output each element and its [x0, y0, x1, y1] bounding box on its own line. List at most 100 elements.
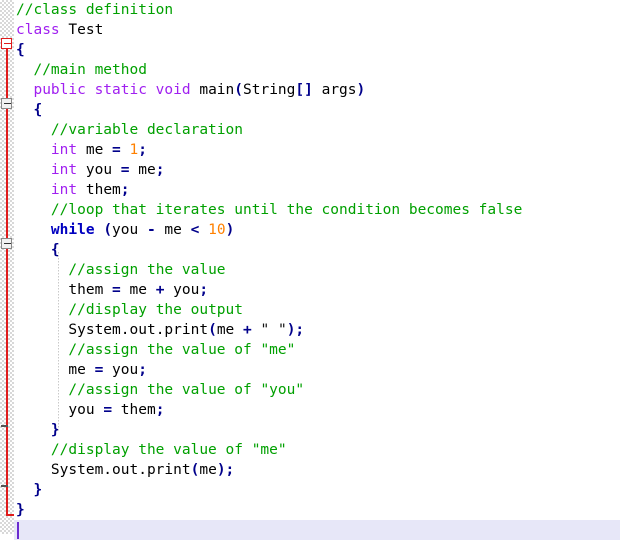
code-token-keyword: int [50, 142, 78, 158]
code-token-comment: //main method [33, 62, 147, 78]
code-token-operator: = [112, 142, 121, 158]
code-token-punct: } [50, 422, 60, 438]
code-line[interactable]: { [14, 100, 620, 120]
code-token-punct: { [16, 42, 25, 58]
code-line[interactable]: class Test [14, 20, 620, 40]
code-line[interactable]: //assign the value of "you" [14, 380, 620, 400]
fold-collapse-icon[interactable] [1, 98, 12, 109]
text-caret [16, 522, 19, 539]
code-folding-gutter[interactable] [0, 0, 14, 534]
code-line[interactable]: me = you; [14, 360, 620, 380]
code-line[interactable]: { [14, 240, 620, 260]
code-line[interactable]: //display the output [14, 300, 620, 320]
code-line[interactable]: //loop that iterates until the condition… [14, 200, 620, 220]
code-token-plain: System.out.print [50, 462, 191, 478]
code-line[interactable]: } [14, 500, 620, 520]
code-token-plain: them [112, 402, 156, 418]
code-token-comment: //variable declaration [50, 122, 243, 138]
code-line[interactable]: } [14, 420, 620, 440]
code-token-plain: you [164, 282, 200, 298]
code-token-punct: ; [155, 402, 165, 418]
code-token-plain: String [243, 82, 296, 98]
code-token-punct: ; [138, 362, 147, 378]
code-token-punct: ; [120, 182, 130, 198]
code-line[interactable]: } [14, 480, 620, 500]
code-token-punct: { [33, 102, 43, 118]
code-line[interactable]: //assign the value of "me" [14, 340, 620, 360]
code-token-punct: ) [225, 222, 235, 238]
code-token-plain: you [112, 222, 147, 238]
code-token-comment: //assign the value of "me" [68, 342, 296, 358]
code-token-punct: ( [234, 82, 243, 98]
code-token-keyword: int [50, 182, 78, 198]
code-token-plain: them [68, 282, 113, 298]
code-token-punct: ; [199, 282, 209, 298]
minus-icon [4, 103, 11, 104]
code-line[interactable]: System.out.print(me + " "); [14, 320, 620, 340]
code-token-plain: Test [59, 22, 104, 38]
code-token-punct: ; [138, 142, 147, 158]
code-token-operator: = [103, 402, 113, 418]
code-token-plain: them [77, 182, 121, 198]
code-token-plain: me [120, 282, 156, 298]
fold-end-tick-icon [1, 425, 8, 427]
code-line[interactable]: //variable declaration [14, 120, 620, 140]
code-token-comment: //display the value of "me" [50, 442, 287, 458]
code-token-plain: me [68, 362, 95, 378]
code-token-control: while [50, 222, 95, 238]
code-token-plain: main [190, 82, 235, 98]
code-token-comment: //class definition [16, 2, 174, 18]
code-line[interactable]: while (you - me < 10) [14, 220, 620, 240]
code-line[interactable]: int them; [14, 180, 620, 200]
code-token-keyword: public static void [33, 82, 191, 98]
code-token-operator: = [112, 282, 121, 298]
code-line[interactable]: //class definition [14, 0, 620, 20]
code-line[interactable] [14, 520, 620, 540]
code-token-punct: } [33, 482, 43, 498]
code-line[interactable]: public static void main(String[] args) [14, 80, 620, 100]
code-text-area[interactable]: //class definition class Test { //main met… [14, 0, 620, 540]
minus-icon [4, 43, 11, 44]
code-token-string: " " [260, 322, 287, 338]
code-token-comment: //loop that iterates until the condition… [50, 202, 523, 218]
code-line[interactable]: them = me + you; [14, 280, 620, 300]
fold-collapse-icon[interactable] [1, 238, 12, 249]
code-line[interactable]: System.out.print(me); [14, 460, 620, 480]
code-token-plain: you [103, 362, 139, 378]
code-token-punct: ) [356, 82, 366, 98]
code-token-plain: you [68, 402, 104, 418]
fold-end-tick-icon [1, 485, 8, 487]
code-token-comment: //assign the value of "you" [68, 382, 305, 398]
fold-collapse-icon[interactable] [1, 38, 12, 49]
code-line[interactable]: //display the value of "me" [14, 440, 620, 460]
code-token-operator: - [146, 222, 156, 238]
fold-rail-end-corner [6, 514, 14, 516]
code-line[interactable]: you = them; [14, 400, 620, 420]
code-line[interactable]: { [14, 40, 620, 60]
code-line[interactable]: int you = me; [14, 160, 620, 180]
code-token-punct: [] [295, 82, 313, 98]
code-line[interactable]: //assign the value [14, 260, 620, 280]
code-token-punct: ( [103, 222, 113, 238]
code-token-plain: System.out.print [68, 322, 209, 338]
code-line[interactable]: int me = 1; [14, 140, 620, 160]
code-token-plain: me [77, 142, 113, 158]
code-editor[interactable]: //class definition class Test { //main met… [0, 0, 620, 540]
code-line[interactable]: //main method [14, 60, 620, 80]
code-token-comment: //display the output [68, 302, 243, 318]
code-token-number: 1 [129, 142, 139, 158]
